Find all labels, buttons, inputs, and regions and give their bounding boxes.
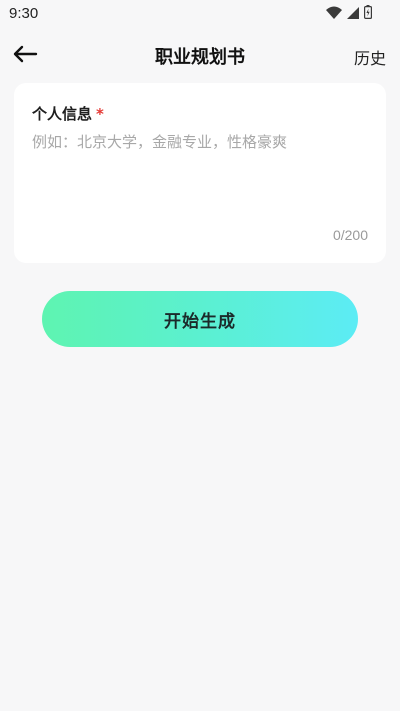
battery-icon bbox=[364, 4, 373, 23]
required-mark: * bbox=[96, 105, 104, 123]
personal-info-input[interactable] bbox=[30, 131, 374, 217]
personal-info-label: 个人信息 * bbox=[32, 103, 104, 124]
wifi-icon bbox=[326, 4, 342, 23]
personal-info-label-text: 个人信息 bbox=[32, 105, 93, 123]
nav-bar: 职业规划书 历史 bbox=[0, 36, 400, 76]
cell-signal-icon bbox=[347, 4, 359, 23]
history-button[interactable]: 历史 bbox=[354, 45, 386, 69]
page-title: 职业规划书 bbox=[155, 47, 245, 68]
status-time: 9:30 bbox=[9, 5, 39, 22]
char-counter: 0/200 bbox=[332, 227, 368, 243]
personal-info-card: 个人信息* 0/200 bbox=[14, 83, 386, 263]
status-bar: 9:30 bbox=[0, 0, 400, 28]
status-icons bbox=[326, 4, 373, 23]
start-generate-button[interactable]: 开始生成 bbox=[42, 291, 358, 347]
